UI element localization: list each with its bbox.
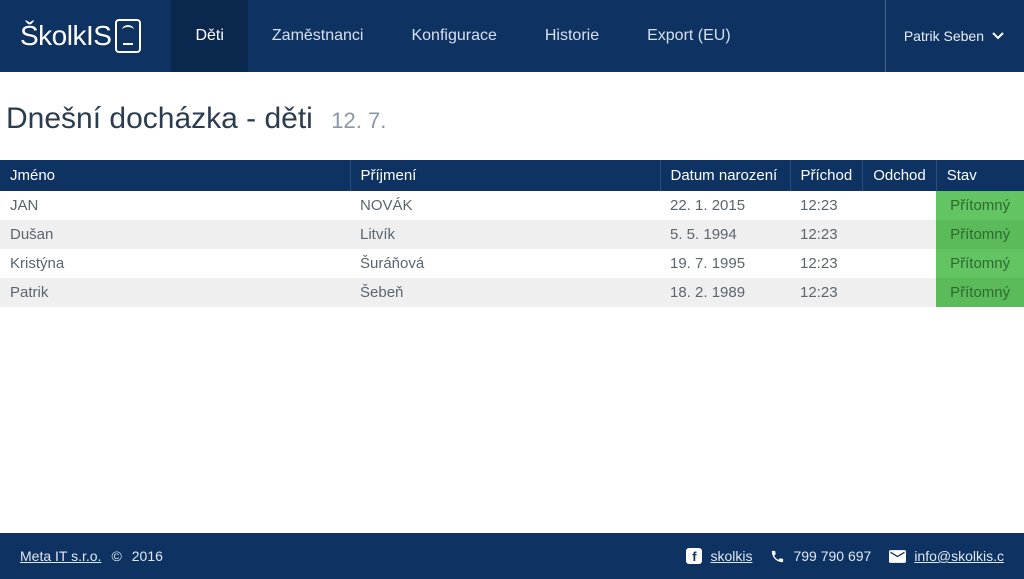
nav-item-export[interactable]: Export (EU) xyxy=(623,0,755,72)
user-name-label: Patrik Seben xyxy=(904,28,984,44)
footer-right: f skolkis 799 790 697 info@skolkis.c xyxy=(686,548,1004,564)
status-badge: Přítomný xyxy=(936,220,1024,249)
main-nav: Děti Zaměstnanci Konfigurace Historie Ex… xyxy=(171,0,874,72)
cell-jmeno: Patrik xyxy=(0,278,350,307)
footer-company-link[interactable]: Meta IT s.r.o. xyxy=(20,548,101,564)
nav-item-zamestnanci[interactable]: Zaměstnanci xyxy=(248,0,388,72)
cell-prijmeni: Šuráňová xyxy=(350,249,660,278)
page-title-area: Dnešní docházka - děti 12. 7. xyxy=(0,72,1024,160)
cell-odchod xyxy=(863,220,937,249)
col-header-prichod[interactable]: Příchod xyxy=(790,160,863,191)
chevron-down-icon xyxy=(992,32,1004,40)
cell-prijmeni: NOVÁK xyxy=(350,191,660,220)
table-row[interactable]: Dušan Litvík 5. 5. 1994 12:23 Přítomný xyxy=(0,220,1024,249)
nav-item-deti[interactable]: Děti xyxy=(171,0,247,72)
cell-datum: 19. 7. 1995 xyxy=(660,249,790,278)
envelope-icon xyxy=(889,550,906,563)
app-header: ŠkolkIS Děti Zaměstnanci Konfigurace His… xyxy=(0,0,1024,72)
status-badge: Přítomný xyxy=(936,249,1024,278)
footer-email-link[interactable]: info@skolkis.c xyxy=(889,548,1004,564)
footer-phone[interactable]: 799 790 697 xyxy=(770,548,871,564)
nav-item-historie[interactable]: Historie xyxy=(521,0,623,72)
footer-social-label: skolkis xyxy=(710,548,752,564)
cell-datum: 22. 1. 2015 xyxy=(660,191,790,220)
copyright-symbol: © xyxy=(111,548,121,564)
facebook-icon: f xyxy=(686,548,702,564)
table-row[interactable]: Patrik Šebeň 18. 2. 1989 12:23 Přítomný xyxy=(0,278,1024,307)
nav-item-konfigurace[interactable]: Konfigurace xyxy=(387,0,520,72)
cell-prichod: 12:23 xyxy=(790,278,863,307)
table-row[interactable]: JAN NOVÁK 22. 1. 2015 12:23 Přítomný xyxy=(0,191,1024,220)
cell-jmeno: JAN xyxy=(0,191,350,220)
page-date: 12. 7. xyxy=(331,108,386,133)
footer-year: 2016 xyxy=(132,548,163,564)
phone-icon xyxy=(770,549,785,564)
cell-datum: 5. 5. 1994 xyxy=(660,220,790,249)
cell-datum: 18. 2. 1989 xyxy=(660,278,790,307)
cell-prijmeni: Šebeň xyxy=(350,278,660,307)
attendance-table: Jméno Příjmení Datum narození Příchod Od… xyxy=(0,160,1024,307)
cell-prijmeni: Litvík xyxy=(350,220,660,249)
cell-stav: Přítomný xyxy=(936,249,1024,278)
cell-odchod xyxy=(863,278,937,307)
cell-prichod: 12:23 xyxy=(790,220,863,249)
footer-left: Meta IT s.r.o. © 2016 xyxy=(20,548,163,564)
cell-stav: Přítomný xyxy=(936,191,1024,220)
col-header-stav[interactable]: Stav xyxy=(936,160,1024,191)
col-header-prijmeni[interactable]: Příjmení xyxy=(350,160,660,191)
table-header-row: Jméno Příjmení Datum narození Příchod Od… xyxy=(0,160,1024,191)
cell-odchod xyxy=(863,191,937,220)
col-header-jmeno[interactable]: Jméno xyxy=(0,160,350,191)
app-footer: Meta IT s.r.o. © 2016 f skolkis 799 790 … xyxy=(0,533,1024,579)
user-menu[interactable]: Patrik Seben xyxy=(885,0,1004,72)
table-row[interactable]: Kristýna Šuráňová 19. 7. 1995 12:23 Přít… xyxy=(0,249,1024,278)
brand-device-icon xyxy=(115,19,141,53)
footer-email-text: info@skolkis.c xyxy=(914,548,1004,564)
brand-logo[interactable]: ŠkolkIS xyxy=(20,0,171,72)
cell-odchod xyxy=(863,249,937,278)
col-header-datum[interactable]: Datum narození xyxy=(660,160,790,191)
status-badge: Přítomný xyxy=(936,278,1024,307)
status-badge: Přítomný xyxy=(936,191,1024,220)
col-header-odchod[interactable]: Odchod xyxy=(863,160,937,191)
cell-stav: Přítomný xyxy=(936,220,1024,249)
cell-stav: Přítomný xyxy=(936,278,1024,307)
page-title: Dnešní docházka - děti xyxy=(6,102,313,135)
footer-phone-number: 799 790 697 xyxy=(793,548,871,564)
footer-facebook-link[interactable]: f skolkis xyxy=(686,548,752,564)
cell-prichod: 12:23 xyxy=(790,249,863,278)
brand-name: ŠkolkIS xyxy=(20,20,111,52)
cell-jmeno: Dušan xyxy=(0,220,350,249)
cell-prichod: 12:23 xyxy=(790,191,863,220)
cell-jmeno: Kristýna xyxy=(0,249,350,278)
